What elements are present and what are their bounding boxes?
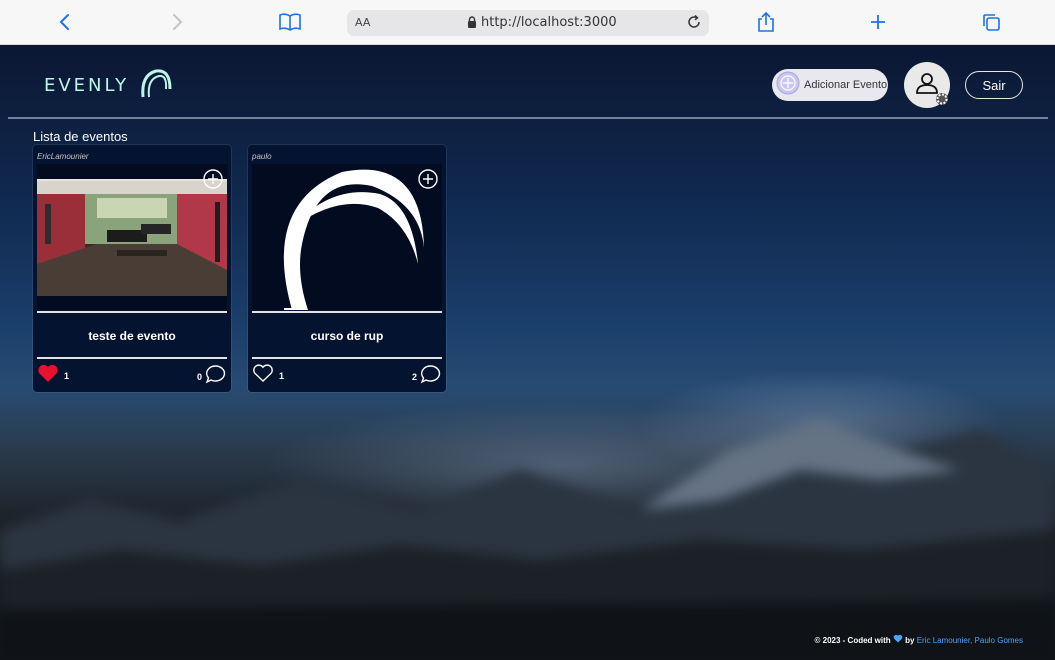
forward-icon[interactable] [165, 10, 189, 34]
comment-icon [420, 364, 442, 389]
background-mountains [0, 420, 1055, 660]
event-card[interactable]: EricLamounier teste de evento 1 0 [33, 145, 231, 392]
header-divider [8, 117, 1048, 119]
comment-icon [205, 364, 227, 389]
lock-icon [467, 16, 477, 33]
like-count: 1 [279, 370, 285, 381]
card-divider [37, 357, 227, 359]
new-tab-icon[interactable] [866, 10, 890, 34]
event-title: teste de evento [88, 329, 176, 343]
reload-icon[interactable] [685, 13, 703, 35]
event-card[interactable]: paulo curso de rup 1 2 [248, 145, 446, 392]
footer-by: by [905, 636, 915, 645]
add-event-button[interactable]: Adicionar Evento [772, 69, 888, 101]
event-author: paulo [252, 152, 272, 161]
heart-icon [893, 634, 905, 645]
browser-toolbar: AA http://localhost:3000 [0, 0, 1055, 45]
comment-button[interactable]: 2 [412, 364, 442, 389]
comment-count: 2 [411, 371, 417, 382]
text-size-button[interactable]: AA [355, 16, 370, 29]
comment-button[interactable]: 0 [197, 364, 227, 389]
like-button[interactable]: 1 [252, 363, 284, 388]
back-icon[interactable] [53, 10, 77, 34]
heart-icon [37, 363, 59, 388]
tabs-icon[interactable] [979, 10, 1003, 34]
evenly-logo-icon [139, 67, 173, 104]
page: EVENLY Adicionar Evento Sair Lista de ev… [0, 45, 1055, 660]
comment-count: 0 [196, 371, 202, 382]
add-to-event-icon[interactable] [418, 169, 438, 194]
event-image [252, 164, 442, 310]
logout-button[interactable]: Sair [965, 71, 1023, 99]
card-divider [37, 311, 227, 313]
author-link-eric[interactable]: Eric Lamounier, [917, 636, 973, 645]
like-button[interactable]: 1 [37, 363, 69, 388]
card-divider [252, 311, 442, 313]
gear-icon[interactable] [934, 91, 950, 112]
heart-icon [252, 363, 274, 388]
event-author: EricLamounier [37, 152, 89, 161]
event-image [37, 164, 227, 310]
author-link-paulo[interactable]: Paulo Gomes [975, 636, 1023, 645]
address-bar[interactable]: AA http://localhost:3000 [347, 10, 709, 36]
url-text: http://localhost:3000 [481, 15, 617, 30]
section-title: Lista de eventos [33, 129, 128, 144]
footer: © 2023 - Coded with by Eric Lamounier, P… [815, 634, 1023, 645]
add-to-event-icon[interactable] [203, 169, 223, 194]
event-title: curso de rup [310, 329, 384, 343]
footer-prefix: © 2023 - Coded with [814, 636, 891, 645]
logo-text: EVENLY [44, 75, 130, 96]
plus-circle-icon [776, 71, 800, 100]
share-icon[interactable] [754, 10, 778, 34]
add-event-label: Adicionar Evento [804, 79, 888, 91]
bookmarks-icon[interactable] [278, 10, 302, 34]
card-divider [252, 357, 442, 359]
like-count: 1 [64, 370, 70, 381]
logo[interactable]: EVENLY [44, 67, 173, 104]
